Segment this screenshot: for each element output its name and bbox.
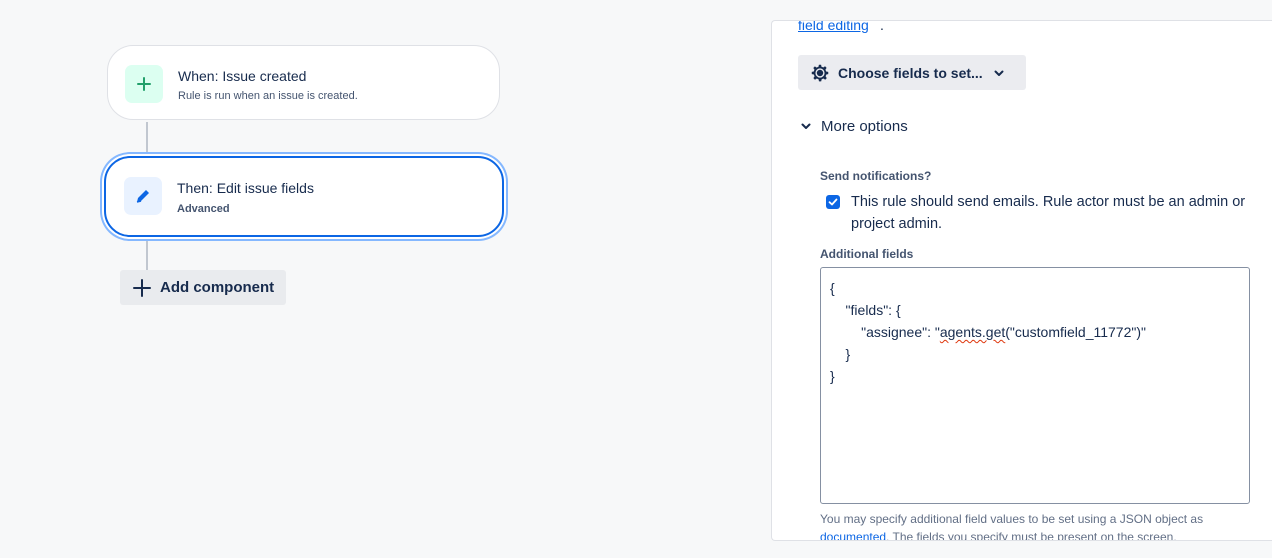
- documented-link[interactable]: documented: [820, 530, 886, 540]
- add-component-button[interactable]: Add component: [120, 270, 286, 305]
- link-period: .: [880, 20, 884, 33]
- action-subtitle: Advanced: [177, 203, 230, 215]
- additional-fields-help: You may specify additional field values …: [820, 510, 1260, 541]
- chevron-down-icon: [994, 70, 1004, 76]
- additional-fields-textarea[interactable]: { "fields": { "assignee": "agents.get("c…: [820, 267, 1250, 504]
- spellcheck-word: agents.get: [939, 324, 1006, 340]
- code-line: }: [830, 368, 835, 384]
- help-text-after: . The fields you specify must be present…: [886, 530, 1177, 541]
- code-line: {: [830, 280, 835, 296]
- check-icon: [828, 198, 838, 206]
- code-line: }: [830, 346, 851, 362]
- help-text-before: You may specify additional field values …: [820, 512, 1204, 526]
- pencil-icon: [124, 177, 162, 215]
- field-editing-link[interactable]: field editing: [798, 21, 869, 33]
- choose-fields-label: Choose fields to set...: [838, 64, 983, 81]
- plus-icon: [125, 65, 163, 103]
- flow-connector-2: [146, 239, 148, 270]
- action-node[interactable]: Then: Edit issue fields Advanced: [104, 156, 504, 237]
- add-component-label: Add component: [160, 279, 275, 296]
- flow-connector-1: [146, 122, 148, 156]
- plus-icon: [133, 278, 151, 297]
- additional-fields-label: Additional fields: [820, 247, 914, 261]
- code-line-assignee: "assignee": "agents.get("customfield_117…: [830, 324, 1146, 340]
- code-line: "fields": {: [830, 302, 901, 318]
- chevron-down-icon: [801, 123, 811, 129]
- more-options-toggle[interactable]: More options: [800, 115, 908, 137]
- trigger-title: When: Issue created: [178, 68, 307, 84]
- choose-fields-button[interactable]: Choose fields to set...: [798, 55, 1026, 90]
- trigger-node[interactable]: When: Issue created Rule is run when an …: [107, 45, 500, 120]
- edit-fields-panel: field editing . Choose fields to set... …: [771, 20, 1272, 541]
- action-title: Then: Edit issue fields: [177, 180, 314, 196]
- more-options-label: More options: [821, 117, 908, 135]
- send-notifications-checkbox[interactable]: [826, 195, 840, 209]
- trigger-subtitle: Rule is run when an issue is created.: [178, 90, 358, 102]
- send-notifications-label: Send notifications?: [820, 169, 932, 183]
- send-notifications-text: This rule should send emails. Rule actor…: [851, 194, 1246, 232]
- gear-icon: [811, 64, 829, 81]
